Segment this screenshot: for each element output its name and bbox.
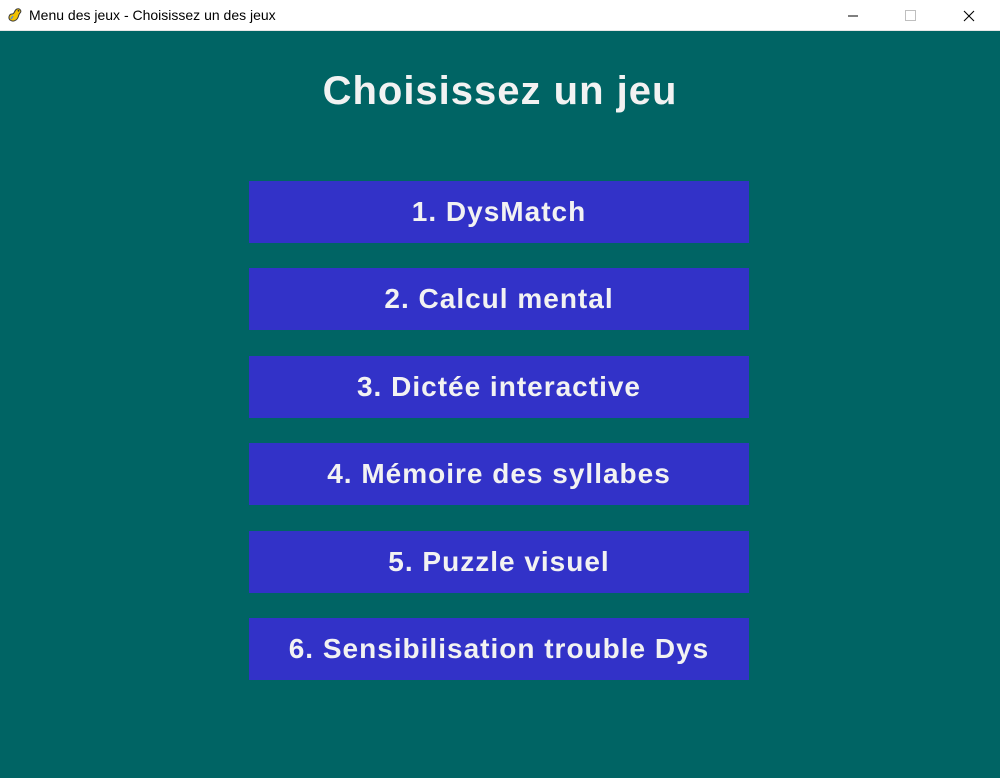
maximize-icon: [905, 9, 916, 21]
game-button-calcul-mental[interactable]: 2. Calcul mental: [249, 268, 749, 330]
game-button-dysmatch[interactable]: 1. DysMatch: [249, 181, 749, 243]
minimize-button[interactable]: [824, 0, 882, 31]
maximize-button[interactable]: [882, 0, 940, 31]
game-button-puzzle-visuel[interactable]: 5. Puzzle visuel: [249, 531, 749, 593]
page-title: Choisissez un jeu: [322, 69, 678, 113]
minimize-icon: [848, 15, 858, 16]
window-titlebar[interactable]: Menu des jeux - Choisissez un des jeux: [0, 0, 1000, 31]
close-icon: [963, 10, 975, 21]
window-title: Menu des jeux - Choisissez un des jeux: [29, 7, 276, 23]
game-button-sensibilisation-dys[interactable]: 6. Sensibilisation trouble Dys: [249, 618, 749, 680]
game-menu-screen: Choisissez un jeu 1. DysMatch 2. Calcul …: [0, 31, 1000, 778]
pygame-snake-icon: [6, 6, 24, 24]
game-button-memoire-syllabes[interactable]: 4. Mémoire des syllabes: [249, 443, 749, 505]
close-button[interactable]: [940, 0, 998, 31]
game-button-dictee-interactive[interactable]: 3. Dictée interactive: [249, 356, 749, 418]
